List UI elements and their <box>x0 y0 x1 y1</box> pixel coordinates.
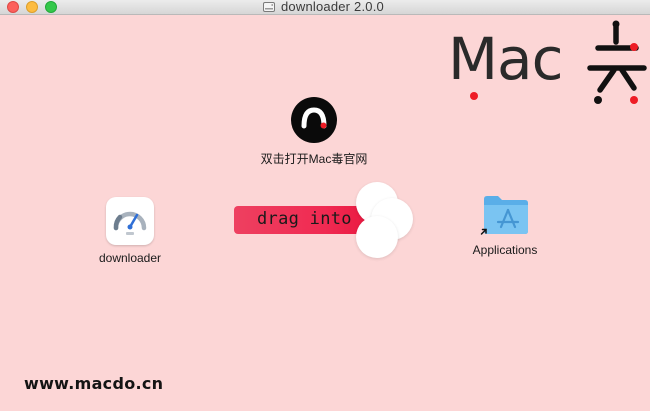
app-label: downloader <box>98 251 162 265</box>
close-button[interactable] <box>7 1 19 13</box>
drag-instruction: drag into <box>257 209 352 229</box>
window-title: downloader 2.0.0 <box>281 0 384 14</box>
mac-brand-logo: Mac <box>448 20 648 110</box>
macdo-site-icon[interactable] <box>290 96 338 144</box>
title-bar: downloader 2.0.0 <box>0 0 650 15</box>
downloader-app-icon[interactable] <box>106 197 154 245</box>
window-title-group: downloader 2.0.0 <box>262 0 384 14</box>
brand-glyph-icon <box>587 20 647 104</box>
disk-image-icon <box>262 1 276 13</box>
maximize-button[interactable] <box>45 1 57 13</box>
installer-window: downloader 2.0.0 Mac 双击打开Mac毒官网 download… <box>0 0 650 411</box>
applications-label: Applications <box>472 243 538 257</box>
arrow-bubble <box>356 216 398 258</box>
brand-red-dot <box>470 92 478 100</box>
footer-url: www.macdo.cn <box>24 374 164 393</box>
speedometer-icon <box>113 211 147 235</box>
site-link-label[interactable]: 双击打开Mac毒官网 <box>240 150 388 167</box>
brand-logo-text: Mac <box>448 25 563 93</box>
minimize-button[interactable] <box>26 1 38 13</box>
applications-folder-icon[interactable] <box>480 193 532 237</box>
